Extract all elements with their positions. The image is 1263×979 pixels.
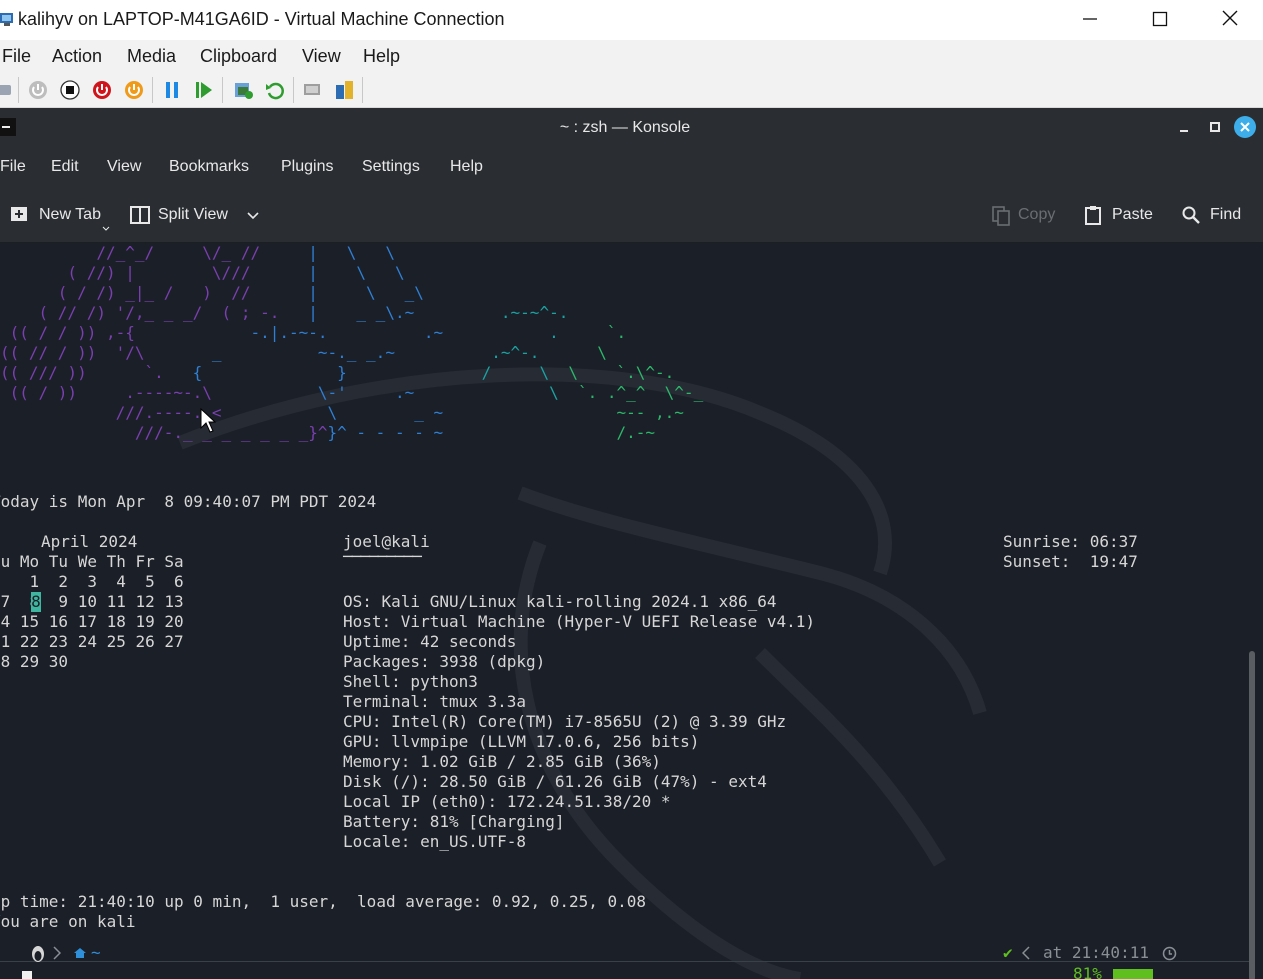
chevron-left-icon [1022,946,1030,960]
konsole-toolbar: New Tab Split View Copy Paste Find [0,186,1263,243]
ctrl-alt-del-icon[interactable] [0,79,14,101]
maximize-button[interactable] [1125,0,1195,40]
konsole-close-icon[interactable] [1234,116,1256,138]
paste-icon [1085,206,1101,225]
paste-label: Paste [1112,206,1153,223]
resume-icon[interactable] [193,79,215,101]
prompt-status: ✔ [1003,943,1013,962]
host-line: You are on kali [0,912,136,931]
prompt-home: ~ [91,943,101,962]
konsole-menu-view[interactable]: View [107,158,141,176]
copy-label: Copy [1018,206,1056,223]
konsole-menu-bookmarks[interactable]: Bookmarks [169,158,249,176]
terminal-scrollbar[interactable] [1249,651,1255,979]
info-line: Packages: 3938 (dpkg) [343,652,546,671]
pause-icon[interactable] [161,79,183,101]
calendar-title: April 2024 [41,532,138,551]
konsole-menu-file[interactable]: File [0,158,26,176]
info-line: Disk (/): 28.50 GiB / 61.26 GiB (47%) - … [343,772,767,791]
konsole-window: ~ : zsh — Konsole File Edit View Bookmar… [0,108,1263,979]
battery-bar [1113,969,1153,979]
chevron-down-icon [102,226,110,231]
konsole-menu-edit[interactable]: Edit [51,158,79,176]
calendar-header: Su Mo Tu We Th Fr Sa [0,552,184,571]
checkpoint-icon[interactable] [232,79,254,101]
konsole-menu-settings[interactable]: Settings [362,158,420,176]
info-line: Memory: 1.02 GiB / 2.85 GiB (36%) [343,752,661,771]
ascii-art-green: `. \ \ `.\^-. `. .^_^ \^-_ ~-- ,.~ /.-~ [568,323,704,442]
sunrise: Sunrise: 06:37 [1003,532,1138,551]
sunset: Sunset: 19:47 [1003,552,1138,571]
vm-menu-action[interactable]: Action [52,46,102,67]
info-line: Local IP (eth0): 172.24.51.38/20 * [343,792,671,811]
info-line: GPU: llvmpipe (LLVM 17.0.6, 256 bits) [343,732,700,751]
uptime-line: Up time: 21:40:10 up 0 min, 1 user, load… [0,892,647,911]
clock-icon [1162,946,1177,961]
prompt-time: at 21:40:11 [1043,943,1149,962]
vm-menu-file[interactable]: File [2,46,31,67]
calendar-row: 1 2 3 4 5 6 [0,572,184,591]
konsole-title: ~ : zsh — Konsole [559,119,691,136]
info-line: Terminal: tmux 3.3a [343,692,527,711]
save-state-icon[interactable] [123,79,145,101]
copy-icon [992,206,1010,226]
chevron-right-icon [53,946,61,960]
vm-menu-clipboard[interactable]: Clipboard [200,46,277,67]
vm-menubar: File Action Media Clipboard View Help [0,40,1263,73]
split-view-icon [130,206,150,224]
info-line: Host: Virtual Machine (Hyper-V UEFI Rele… [343,612,816,631]
konsole-menubar: File Edit View Bookmarks Plugins Setting… [0,148,1263,186]
calendar-row: 7 8 9 10 11 12 13 [0,592,184,611]
info-line: Shell: python3 [343,672,478,691]
calendar-row: 21 22 23 24 25 26 27 [0,632,184,651]
konsole-titlebar: ~ : zsh — Konsole [0,108,1263,148]
terminal-cursor [22,971,32,979]
maximize-icon [1152,11,1168,27]
konsole-maximize-icon[interactable] [1208,120,1222,134]
vm-menu-media[interactable]: Media [127,46,176,67]
mouse-cursor-icon [200,408,216,433]
enhanced-session-icon[interactable] [302,79,324,101]
search-icon [1182,206,1200,224]
home-icon [74,948,86,958]
new-tab-label: New Tab [39,206,101,223]
close-icon [1222,10,1238,26]
calendar-today-highlight: 8 [31,592,41,612]
vm-menu-view[interactable]: View [302,46,341,67]
today-line: Today is Mon Apr 8 09:40:07 PM PDT 2024 [0,492,377,511]
share-icon[interactable] [333,79,355,101]
prompt-battery: 81% [1073,964,1102,979]
minimize-button[interactable] [1055,0,1125,40]
info-line: Uptime: 42 seconds [343,632,517,651]
info-line: Locale: en_US.UTF-8 [343,832,527,851]
vm-toolbar [0,73,1263,108]
vm-titlebar: kalihyv on LAPTOP-M41GA6ID - Virtual Mac… [0,0,1263,41]
konsole-menu-help[interactable]: Help [450,158,483,176]
split-view-label: Split View [158,206,228,223]
calendar-row: 14 15 16 17 18 19 20 [0,612,184,631]
info-line: OS: Kali GNU/Linux kali-rolling 2024.1 x… [343,592,777,611]
info-line: Battery: 81% [Charging] [343,812,565,831]
linux-penguin-icon [32,946,44,962]
turn-off-icon[interactable] [59,79,81,101]
konsole-minimize-icon[interactable] [1176,124,1192,134]
calendar-row: 28 29 30 [0,652,69,671]
shutdown-icon[interactable] [91,79,113,101]
close-button[interactable] [1195,0,1263,40]
find-label: Find [1210,206,1242,223]
start-icon[interactable] [27,79,49,101]
konsole-menu-plugins[interactable]: Plugins [281,158,333,176]
new-tab-icon [11,207,27,221]
vm-app-icon [0,13,13,26]
user-host-underline: ───────── [343,547,422,566]
vm-window-title: kalihyv on LAPTOP-M41GA6ID - Virtual Mac… [18,9,505,29]
minimize-icon [1083,18,1097,20]
revert-icon[interactable] [264,79,286,101]
chevron-down-icon [247,212,259,220]
terminal-view[interactable]: //_^_/ \/_ // ( //) | \/// ( / /) _|_ / … [0,243,1263,979]
info-line: CPU: Intel(R) Core(TM) i7-8565U (2) @ 3.… [343,712,787,731]
vm-menu-help[interactable]: Help [363,46,400,67]
